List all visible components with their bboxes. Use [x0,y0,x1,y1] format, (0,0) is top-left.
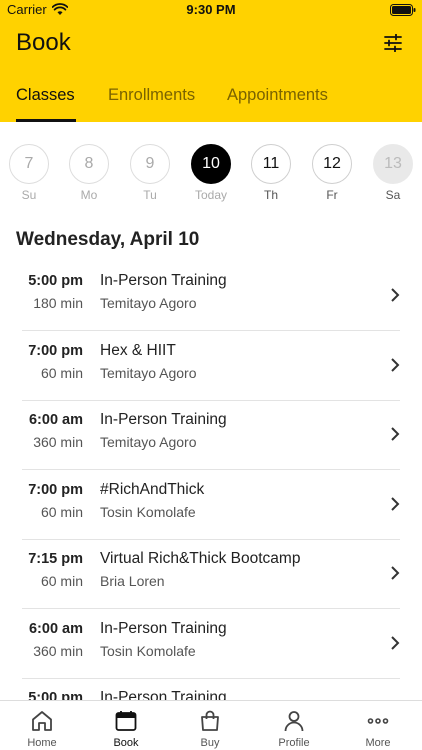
day-thursday[interactable]: 11 Th [251,144,291,202]
header: Book Classes Enrollments Appointments [0,20,422,122]
chevron-right-icon [391,288,400,302]
class-time: 6:00 am [28,412,83,428]
day-today[interactable]: 10 Today [191,144,231,202]
day-number: 13 [373,144,413,184]
class-instructor: Tosin Komolafe [100,643,196,659]
day-sunday[interactable]: 7 Su [9,144,49,202]
chevron-right-icon [391,358,400,372]
chevron-right-icon [391,497,400,511]
calendar-icon [115,711,137,731]
day-friday[interactable]: 12 Fr [312,144,352,202]
day-monday[interactable]: 8 Mo [69,144,109,202]
class-duration: 180 min [33,295,83,311]
tab-appointments[interactable]: Appointments [227,86,328,105]
tab-enrollments[interactable]: Enrollments [108,86,195,105]
more-dots-icon [367,718,389,724]
nav-label: Home [27,737,57,749]
class-duration: 60 min [40,504,83,520]
nav-label: Book [113,737,139,749]
class-row[interactable]: 7:15 pm 60 min Virtual Rich&Thick Bootca… [22,539,400,609]
day-label: Tu [143,188,157,202]
nav-home[interactable]: Home [0,701,84,750]
class-row[interactable]: 5:00 pm 180 min In-Person Training Temit… [22,261,400,331]
day-number: 11 [251,144,291,184]
class-duration: 360 min [33,643,83,659]
day-label: Fr [326,188,338,202]
class-name: In-Person Training [100,620,227,637]
class-row[interactable]: 6:00 am 360 min In-Person Training Temit… [22,400,400,470]
nav-more[interactable]: More [336,701,420,750]
class-instructor: Temitayo Agoro [100,295,197,311]
day-label: Su [21,188,37,202]
nav-label: More [365,737,391,749]
date-heading: Wednesday, April 10 [16,229,200,250]
class-time: 7:15 pm [28,551,83,567]
filter-sliders-icon[interactable] [384,34,402,52]
class-instructor: Temitayo Agoro [100,434,197,450]
nav-profile[interactable]: Profile [252,701,336,750]
class-instructor: Bria Loren [100,573,165,589]
class-name: #RichAndThick [100,481,205,498]
tab-classes[interactable]: Classes [16,86,75,105]
class-time: 5:00 pm [28,273,83,289]
class-instructor: Tosin Komolafe [100,504,196,520]
class-duration: 360 min [33,434,83,450]
page-title: Book [16,29,71,56]
day-label: Th [263,188,278,202]
class-name: Virtual Rich&Thick Bootcamp [100,550,301,567]
day-saturday[interactable]: 13 Sa [373,144,413,202]
class-time: 6:00 am [28,621,83,637]
class-instructor: Temitayo Agoro [100,365,197,381]
chevron-right-icon [391,566,400,580]
class-name: Hex & HIIT [100,342,176,359]
class-row[interactable]: 7:00 pm 60 min #RichAndThick Tosin Komol… [22,470,400,540]
battery-icon [390,4,416,16]
status-bar: Carrier 9:30 PM [0,0,422,20]
nav-label: Buy [200,737,220,749]
class-row[interactable]: 6:00 am 360 min In-Person Training Tosin… [22,609,400,679]
active-tab-indicator [16,119,76,122]
home-icon [32,711,52,731]
chevron-right-icon [391,636,400,650]
class-name: In-Person Training [100,272,227,289]
status-time: 9:30 PM [186,2,236,17]
class-time: 7:00 pm [28,343,83,359]
class-time: 7:00 pm [28,482,83,498]
day-label: Sa [385,188,401,202]
day-number: 8 [69,144,109,184]
person-icon [284,711,304,732]
nav-buy[interactable]: Buy [168,701,252,750]
day-number: 12 [312,144,352,184]
nav-book[interactable]: Book [84,701,168,750]
class-name: In-Person Training [100,411,227,428]
day-number: 10 [191,144,231,184]
nav-label: Profile [278,737,310,749]
day-label: Today [194,188,228,202]
day-tuesday[interactable]: 9 Tu [130,144,170,202]
shopping-bag-icon [201,710,219,731]
day-label: Mo [80,188,98,202]
day-number: 9 [130,144,170,184]
class-duration: 60 min [40,365,83,381]
bottom-tab-bar: Home Book Buy Profile More [0,700,422,750]
class-duration: 60 min [40,573,83,589]
class-row[interactable]: 7:00 pm 60 min Hex & HIIT Temitayo Agoro [22,331,400,401]
chevron-right-icon [391,427,400,441]
day-number: 7 [9,144,49,184]
